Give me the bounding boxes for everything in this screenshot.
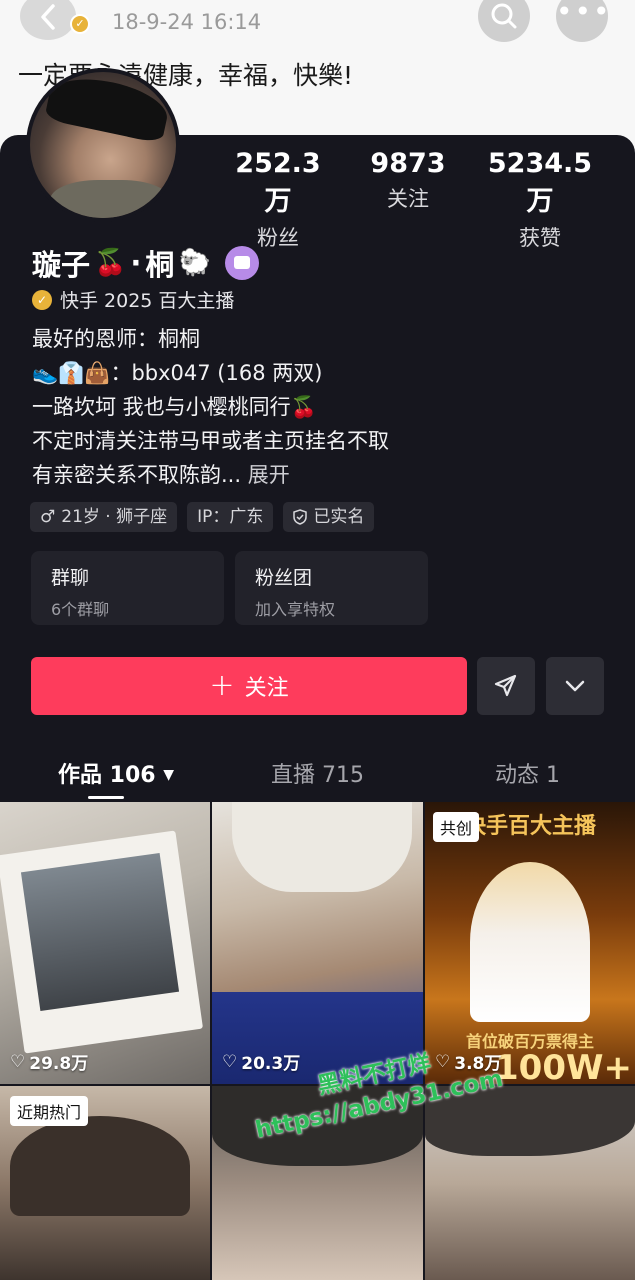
verification-text: 快手 2025 百大主播 (60, 290, 235, 312)
shield-icon (293, 509, 308, 525)
expand-link[interactable]: 展开 (248, 463, 290, 487)
post-time: 18-9-24 16:14 (112, 10, 262, 34)
name-part-2: 桐 (145, 248, 175, 282)
video-thumbnail[interactable]: 近期热门 (0, 1086, 210, 1280)
plus-icon: + (209, 668, 235, 703)
bio-line: 一路坎坷 我也与小樱桃同行🍒 (32, 395, 317, 419)
tag-verified: 已实名 (283, 502, 375, 532)
active-tab-indicator (88, 796, 124, 799)
more-options-button[interactable] (546, 657, 604, 715)
message-button[interactable] (477, 657, 535, 715)
follow-button[interactable]: + 关注 (31, 657, 467, 715)
send-icon (494, 674, 517, 697)
tab-moments[interactable]: 动态 1 (495, 757, 560, 789)
cherry-emoji: 🍒 (94, 248, 127, 278)
name-separator: · (130, 246, 142, 280)
caret-down-icon: ▼ (163, 767, 175, 783)
sheep-emoji: 🐑 (178, 248, 211, 278)
following-count: 9873 (370, 148, 446, 179)
verified-icon: ✓ (70, 14, 90, 34)
like-count: ♡ 20.3万 (222, 1051, 301, 1075)
search-icon (491, 3, 517, 29)
stat-likes[interactable]: 5234.5万 获赞 (478, 148, 602, 252)
tab-works[interactable]: 作品 106 ▼ (58, 757, 174, 789)
fan-club-card[interactable]: 粉丝团 加入享特权 (235, 551, 428, 625)
avatar[interactable] (26, 68, 180, 222)
bio: 最好的恩师：桐桐 👟👔👜：bbx047 (168 两双) 一路坎坷 我也与小樱桃… (32, 322, 389, 492)
likes-count: 5234.5万 (487, 148, 593, 217)
bio-line: 👟👔👜：bbx047 (168 两双) (32, 361, 323, 385)
content-tabs: 作品 106 ▼ 直播 715 动态 1 (0, 745, 635, 801)
heart-icon: ♡ (10, 1051, 26, 1072)
male-icon: ♂ (40, 507, 56, 527)
name-part-1: 璇子 (32, 248, 91, 282)
back-button[interactable] (20, 0, 76, 40)
tag-ip: IP：广东 (187, 502, 274, 532)
tab-live[interactable]: 直播 715 (271, 757, 364, 789)
followers-count: 252.3万 (235, 148, 321, 217)
chevron-down-icon (565, 680, 585, 692)
likes-label: 获赞 (519, 226, 561, 250)
bio-line: 不定时清关注带马甲或者主页挂名不取 (32, 429, 389, 453)
cocreate-tag: 共创 (433, 812, 480, 842)
bio-line: 最好的恩师：桐桐 (32, 327, 200, 351)
video-thumbnail[interactable]: ♡ 29.8万 (0, 802, 210, 1084)
trending-tag: 近期热门 (10, 1096, 89, 1126)
heart-icon: ♡ (222, 1051, 238, 1072)
video-thumbnail[interactable] (425, 1086, 635, 1280)
verification-row[interactable]: ✓ 快手 2025 百大主播 (32, 286, 234, 313)
bio-line: 有亲密关系不取陈韵... 展开 (32, 463, 290, 487)
stat-followers[interactable]: 252.3万 粉丝 (226, 148, 330, 252)
level-badge-icon[interactable] (224, 246, 259, 280)
stat-following[interactable]: 9873 关注 (366, 148, 450, 213)
profile-tags: ♂ 21岁 · 狮子座 IP：广东 已实名 (30, 502, 375, 532)
tag-age: ♂ 21岁 · 狮子座 (30, 502, 178, 532)
profile-name: 璇子 🍒 · 桐 🐑 (32, 242, 259, 284)
search-button[interactable] (478, 0, 530, 42)
video-thumbnail[interactable]: ♡ 20.3万 (212, 802, 423, 1084)
avatar-image (30, 72, 176, 218)
group-chat-card[interactable]: 群聊 6个群聊 (31, 551, 224, 625)
more-icon: ••• (556, 0, 612, 28)
following-label: 关注 (387, 187, 429, 211)
more-button[interactable]: ••• (556, 0, 610, 42)
chevron-left-icon (41, 4, 55, 30)
like-count: ♡ 29.8万 (10, 1051, 89, 1075)
verified-icon: ✓ (32, 289, 52, 310)
